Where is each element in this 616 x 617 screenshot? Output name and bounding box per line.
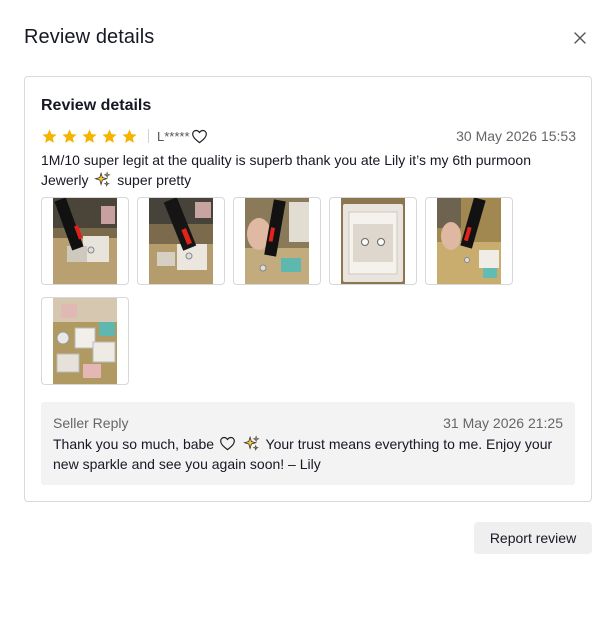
photo-diamond-tester-icon [437,198,501,284]
review-photo-4[interactable] [329,197,417,285]
photo-diamond-tester-icon [149,198,213,284]
review-text: 1M/10 super legit at the quality is supe… [41,150,571,190]
reviewer-name-text: L***** [157,128,190,144]
close-icon[interactable] [570,28,590,48]
photo-jewelry-boxes-icon [53,298,117,384]
heart-outline-icon [191,129,207,143]
review-text-end: super pretty [117,172,192,188]
divider [148,129,149,143]
review-photos [41,197,541,385]
photo-diamond-tester-icon [53,198,117,284]
dialog-title: Review details [24,26,155,48]
star-icon [62,128,77,143]
photo-diamond-tester-icon [245,198,309,284]
review-photo-3[interactable] [233,197,321,285]
review-photo-6[interactable] [41,297,129,385]
review-details-dialog: Review details Review details L***** 30 … [0,0,616,617]
review-section-title: Review details [41,97,152,114]
sparkles-icon [94,171,111,187]
review-photo-2[interactable] [137,197,225,285]
photo-earrings-box-icon [341,198,405,284]
star-icon [82,128,97,143]
review-photo-1[interactable] [41,197,129,285]
star-icon [122,128,137,143]
seller-reply-text: Thank you so much, babe Your trust means… [53,434,569,474]
star-icon [42,128,57,143]
review-text-body: 1M/10 super legit at the quality is supe… [41,152,532,188]
reviewer-name: L***** [157,129,208,144]
review-photo-5[interactable] [425,197,513,285]
star-icon [102,128,117,143]
review-card: Review details L***** 30 May 2026 15:53 … [24,76,592,502]
sparkles-icon [243,435,260,451]
review-date: 30 May 2026 15:53 [456,128,576,144]
report-review-button[interactable]: Report review [474,522,592,554]
heart-outline-icon [220,436,235,451]
seller-reply: Seller Reply 31 May 2026 21:25 Thank you… [41,402,575,485]
seller-reply-date: 31 May 2026 21:25 [443,415,563,431]
seller-reply-label: Seller Reply [53,415,129,431]
star-rating [41,128,138,145]
review-meta: L***** 30 May 2026 15:53 [41,126,576,146]
seller-reply-header: Seller Reply 31 May 2026 21:25 [53,415,563,431]
seller-reply-text-start: Thank you so much, babe [53,436,215,452]
